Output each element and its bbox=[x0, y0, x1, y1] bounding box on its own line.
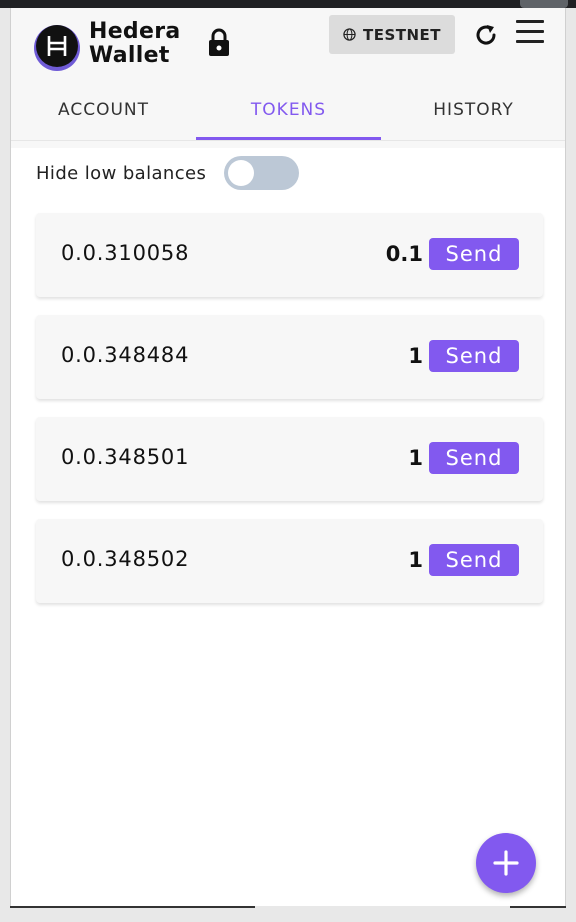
send-button[interactable]: Send bbox=[429, 238, 519, 270]
token-card: 0.0.348502 1 Send bbox=[36, 519, 543, 603]
plus-icon bbox=[493, 850, 519, 876]
token-balance: 0.1 bbox=[385, 242, 423, 266]
hide-low-balances-row: Hide low balances bbox=[36, 156, 300, 190]
brand-name: Hedera Wallet bbox=[89, 20, 181, 68]
token-balance: 1 bbox=[408, 446, 423, 470]
token-balance: 1 bbox=[408, 344, 423, 368]
token-id: 0.0.348484 bbox=[61, 343, 190, 367]
send-button[interactable]: Send bbox=[429, 442, 519, 474]
network-selector-button[interactable]: TESTNET bbox=[329, 15, 455, 54]
hide-low-balances-toggle[interactable] bbox=[224, 156, 300, 190]
send-button[interactable]: Send bbox=[429, 340, 519, 372]
hamburger-menu-icon[interactable] bbox=[516, 20, 546, 46]
hide-low-balances-label: Hide low balances bbox=[36, 162, 207, 184]
add-token-button[interactable] bbox=[476, 833, 536, 893]
token-actions: 1 Send bbox=[408, 442, 519, 474]
token-card: 0.0.348484 1 Send bbox=[36, 315, 543, 399]
network-label: TESTNET bbox=[362, 25, 442, 44]
token-actions: 1 Send bbox=[408, 340, 519, 372]
token-id: 0.0.348501 bbox=[61, 445, 190, 469]
popup-bottom-edge bbox=[510, 906, 566, 908]
wallet-popup: Hedera Wallet TESTNET ACCOUNT TOKENS HIS… bbox=[10, 8, 566, 906]
brand-line-2: Wallet bbox=[89, 43, 170, 68]
tab-account[interactable]: ACCOUNT bbox=[11, 88, 196, 140]
wallet-header: Hedera Wallet TESTNET ACCOUNT TOKENS HIS… bbox=[11, 8, 565, 148]
brand-line-1: Hedera bbox=[89, 19, 181, 44]
tab-divider bbox=[11, 140, 565, 141]
refresh-icon[interactable] bbox=[472, 21, 500, 49]
token-id: 0.0.310058 bbox=[61, 241, 190, 265]
hedera-logo-icon bbox=[34, 25, 80, 71]
popup-bottom-edge bbox=[10, 906, 255, 908]
token-list: 0.0.310058 0.1 Send 0.0.348484 1 Send 0.… bbox=[36, 213, 543, 621]
token-card: 0.0.348501 1 Send bbox=[36, 417, 543, 501]
lock-icon[interactable] bbox=[207, 27, 231, 57]
token-actions: 0.1 Send bbox=[386, 238, 519, 270]
tab-history[interactable]: HISTORY bbox=[381, 88, 566, 140]
toggle-knob bbox=[228, 160, 255, 186]
tab-tokens[interactable]: TOKENS bbox=[196, 88, 381, 140]
token-id: 0.0.348502 bbox=[61, 547, 190, 571]
browser-tab-edge bbox=[520, 0, 568, 8]
tab-bar: ACCOUNT TOKENS HISTORY bbox=[11, 88, 565, 140]
globe-icon bbox=[343, 28, 356, 41]
token-balance: 1 bbox=[408, 548, 423, 572]
send-button[interactable]: Send bbox=[429, 544, 519, 576]
browser-top-strip bbox=[0, 0, 576, 8]
token-card: 0.0.310058 0.1 Send bbox=[36, 213, 543, 297]
token-actions: 1 Send bbox=[408, 544, 519, 576]
